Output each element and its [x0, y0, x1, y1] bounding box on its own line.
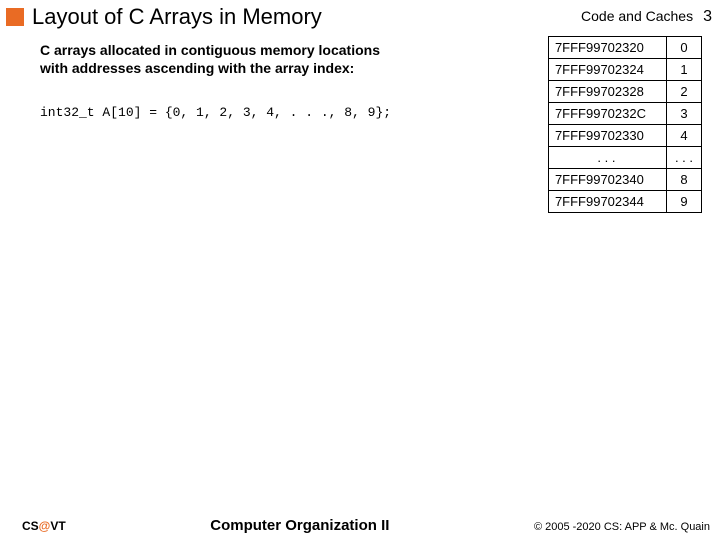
- slide-title: Layout of C Arrays in Memory: [32, 4, 581, 30]
- val-cell: . . .: [666, 147, 701, 169]
- header-meta: Code and Caches 3: [581, 8, 712, 26]
- slide-body: C arrays allocated in contiguous memory …: [0, 32, 720, 120]
- lead-paragraph: C arrays allocated in contiguous memory …: [40, 42, 380, 77]
- table-row: 7FFF99702328 2: [548, 81, 701, 103]
- org-label: CS@VT: [22, 519, 66, 533]
- addr-cell: 7FFF99702344: [548, 191, 666, 213]
- table-row: 7FFF9970232C 3: [548, 103, 701, 125]
- addr-cell: 7FFF9970232C: [548, 103, 666, 125]
- table-row: 7FFF99702330 4: [548, 125, 701, 147]
- at-icon: @: [39, 519, 51, 533]
- addr-cell: . . .: [548, 147, 666, 169]
- val-cell: 8: [666, 169, 701, 191]
- table-row: 7FFF99702340 8: [548, 169, 701, 191]
- memory-table: 7FFF99702320 0 7FFF99702324 1 7FFF997023…: [548, 36, 702, 213]
- val-cell: 9: [666, 191, 701, 213]
- topic-label: Code and Caches: [581, 8, 693, 24]
- org-pre: CS: [22, 519, 39, 533]
- table-row: 7FFF99702320 0: [548, 37, 701, 59]
- slide-header: Layout of C Arrays in Memory Code and Ca…: [0, 0, 720, 32]
- addr-cell: 7FFF99702324: [548, 59, 666, 81]
- val-cell: 4: [666, 125, 701, 147]
- page-number: 3: [703, 8, 712, 26]
- addr-cell: 7FFF99702330: [548, 125, 666, 147]
- table-row: . . . . . .: [548, 147, 701, 169]
- org-post: VT: [50, 519, 65, 533]
- val-cell: 1: [666, 59, 701, 81]
- table-row: 7FFF99702324 1: [548, 59, 701, 81]
- slide-footer: CS@VT Computer Organization II © 2005 -2…: [0, 517, 720, 534]
- val-cell: 0: [666, 37, 701, 59]
- val-cell: 3: [666, 103, 701, 125]
- footer-center: Computer Organization II: [66, 517, 534, 534]
- addr-cell: 7FFF99702340: [548, 169, 666, 191]
- val-cell: 2: [666, 81, 701, 103]
- copyright: © 2005 -2020 CS: APP & Mc. Quain: [534, 521, 710, 533]
- addr-cell: 7FFF99702320: [548, 37, 666, 59]
- accent-square-icon: [6, 8, 24, 26]
- addr-cell: 7FFF99702328: [548, 81, 666, 103]
- table-row: 7FFF99702344 9: [548, 191, 701, 213]
